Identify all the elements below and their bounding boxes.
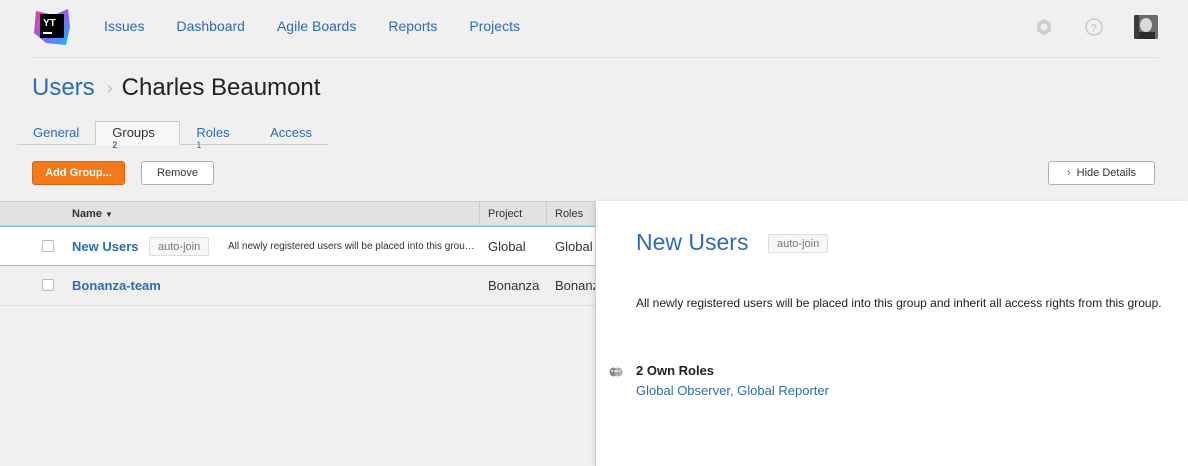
table-row[interactable]: New Users auto-join All newly registered… [0,226,595,266]
details-panel: New Users auto-join All newly registered… [595,201,1188,466]
header-actions: ? [1004,15,1158,39]
settings-icon[interactable] [1034,17,1054,37]
help-icon[interactable]: ? [1084,17,1104,37]
nav-reports[interactable]: Reports [388,18,437,34]
tab-groups-count: 2 [112,140,118,150]
auto-join-badge: auto-join [149,237,210,256]
group-name-link[interactable]: Bonanza-team [72,278,161,293]
column-header-project[interactable]: Project [488,208,522,220]
main-nav: Issues Dashboard Agile Boards Reports Pr… [104,18,552,34]
remove-button[interactable]: Remove [141,161,214,185]
nav-agile-boards[interactable]: Agile Boards [277,18,356,34]
row-checkbox[interactable] [42,279,54,291]
table-header: Name ▼ Project Roles [0,201,595,226]
page-title: Charles Beaumont [121,74,321,101]
nav-projects[interactable]: Projects [469,18,520,34]
svg-text:YT: YT [43,18,56,29]
group-roles: Bonanza [555,278,595,293]
own-roles-list: Global Observer, Global Reporter [636,383,829,398]
tab-general[interactable]: General [17,121,95,145]
group-roles: Global Observer, Global Reporter [555,239,595,254]
details-title: New Users [636,229,749,255]
column-header-name[interactable]: Name ▼ [72,208,113,220]
nav-issues[interactable]: Issues [104,18,144,34]
details-description: All newly registered users will be place… [636,296,1162,310]
group-project: Bonanza [488,278,540,293]
role-link-global-reporter[interactable]: Global Reporter [737,383,829,398]
youtrack-logo[interactable]: YT [32,7,72,47]
breadcrumb-separator-icon: › [106,77,113,98]
group-description: All newly registered users will be place… [228,241,476,252]
groups-table: Name ▼ Project Roles New Users auto-join… [0,201,595,306]
avatar[interactable] [1134,15,1158,39]
svg-text:?: ? [1091,23,1098,35]
row-checkbox[interactable] [42,240,54,252]
hide-details-button[interactable]: › Hide Details [1048,161,1155,185]
role-link-global-observer[interactable]: Global Observer [636,383,730,398]
tab-groups[interactable]: Groups 2 [95,121,181,150]
breadcrumb-users-link[interactable]: Users [32,74,95,102]
roles-masks-icon [609,367,623,377]
breadcrumb: Users › Charles Beaumont [32,74,320,102]
top-navigation-bar: YT Issues Dashboard Agile Boards Reports… [32,0,1158,58]
tab-access[interactable]: Access [254,121,328,145]
own-roles-heading: 2 Own Roles [636,363,715,378]
tab-roles[interactable]: Roles 1 [180,121,254,150]
hide-details-label: Hide Details [1076,167,1136,179]
add-group-button[interactable]: Add Group... [32,161,125,185]
column-header-roles[interactable]: Roles [555,208,583,220]
tab-roles-count: 1 [196,140,202,150]
group-project: Global [488,239,526,254]
sort-desc-icon: ▼ [105,210,113,219]
table-row[interactable]: Bonanza-team Bonanza Bonanza [0,266,595,306]
group-name-link[interactable]: New Users [72,239,138,254]
chevron-right-icon: › [1067,167,1071,179]
user-tabs: General Groups 2 Roles 1 Access [17,121,328,150]
nav-dashboard[interactable]: Dashboard [176,18,245,34]
auto-join-badge: auto-join [768,234,829,253]
